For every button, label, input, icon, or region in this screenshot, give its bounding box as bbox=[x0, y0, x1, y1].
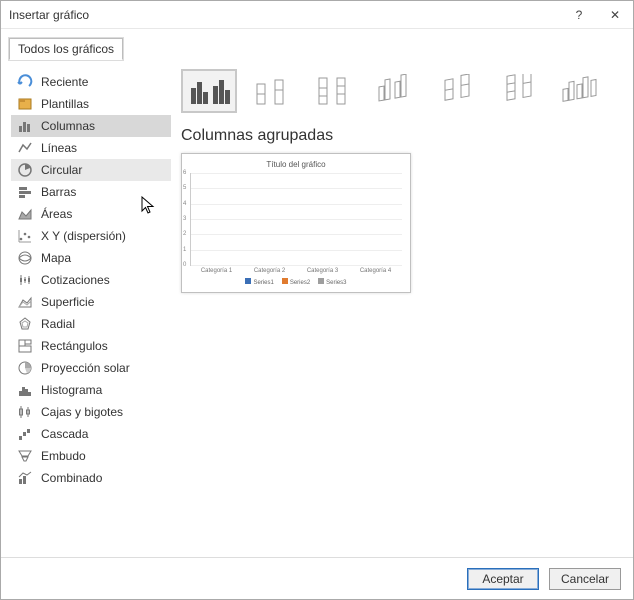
subtype-0[interactable] bbox=[181, 69, 237, 113]
sidebar-item-label: Cascada bbox=[41, 427, 88, 441]
window-title: Insertar gráfico bbox=[9, 8, 561, 22]
subtype-3[interactable] bbox=[367, 69, 423, 113]
sidebar-item-label: Cajas y bigotes bbox=[41, 405, 123, 419]
sidebar-item-10[interactable]: Superficie bbox=[11, 291, 171, 313]
chart-type-icon bbox=[17, 338, 33, 354]
subtype-row bbox=[181, 69, 623, 113]
chart-type-icon bbox=[17, 206, 33, 222]
chart-type-icon bbox=[17, 184, 33, 200]
x-label: Categoría 3 bbox=[307, 268, 338, 274]
sidebar-item-17[interactable]: Embudo bbox=[11, 445, 171, 467]
sidebar-item-4[interactable]: Circular bbox=[11, 159, 171, 181]
sidebar-item-15[interactable]: Cajas y bigotes bbox=[11, 401, 171, 423]
x-label: Categoría 4 bbox=[360, 268, 391, 274]
chart-type-icon bbox=[17, 448, 33, 464]
dialog-footer: Aceptar Cancelar bbox=[1, 557, 633, 599]
help-icon: ? bbox=[576, 8, 583, 22]
sidebar-item-11[interactable]: Radial bbox=[11, 313, 171, 335]
chart-type-icon bbox=[17, 316, 33, 332]
sidebar-item-label: Radial bbox=[41, 317, 75, 331]
sidebar-item-14[interactable]: Histograma bbox=[11, 379, 171, 401]
sidebar-item-label: Embudo bbox=[41, 449, 86, 463]
chart-type-icon bbox=[17, 360, 33, 376]
legend-item: Series3 bbox=[318, 278, 346, 286]
tab-all-charts[interactable]: Todos los gráficos bbox=[9, 38, 123, 60]
sidebar-item-0[interactable]: Reciente bbox=[11, 71, 171, 93]
chart-preview[interactable]: Título del gráfico 0123456 Categoría 1Ca… bbox=[181, 153, 411, 293]
sidebar-item-label: Mapa bbox=[41, 251, 71, 265]
sidebar-item-label: Combinado bbox=[41, 471, 102, 485]
sidebar-item-13[interactable]: Proyección solar bbox=[11, 357, 171, 379]
close-button[interactable]: ✕ bbox=[597, 1, 633, 29]
sidebar-item-label: Reciente bbox=[41, 75, 88, 89]
preview-legend: Series1 Series2 Series3 bbox=[190, 278, 402, 286]
chart-type-icon bbox=[17, 382, 33, 398]
insert-chart-dialog: Insertar gráfico ? ✕ Todos los gráficos … bbox=[0, 0, 634, 600]
subtype-6[interactable] bbox=[553, 69, 609, 113]
chart-type-icon bbox=[17, 250, 33, 266]
ok-button[interactable]: Aceptar bbox=[467, 568, 539, 590]
sidebar-item-label: Plantillas bbox=[41, 97, 89, 111]
legend-item: Series2 bbox=[282, 278, 310, 286]
sidebar-item-label: Columnas bbox=[41, 119, 95, 133]
chart-type-icon bbox=[17, 272, 33, 288]
sidebar-item-5[interactable]: Barras bbox=[11, 181, 171, 203]
chart-type-list: Reciente Plantillas Columnas Líneas Circular… bbox=[11, 69, 171, 557]
sidebar-item-label: Líneas bbox=[41, 141, 77, 155]
close-icon: ✕ bbox=[610, 8, 620, 22]
sidebar-item-16[interactable]: Cascada bbox=[11, 423, 171, 445]
sidebar-item-1[interactable]: Plantillas bbox=[11, 93, 171, 115]
x-label: Categoría 1 bbox=[201, 268, 232, 274]
subtype-5[interactable] bbox=[491, 69, 547, 113]
subtype-2[interactable] bbox=[305, 69, 361, 113]
chart-type-icon bbox=[17, 74, 33, 90]
sidebar-item-2[interactable]: Columnas bbox=[11, 115, 171, 137]
tab-row: Todos los gráficos bbox=[1, 29, 633, 59]
sidebar-item-label: Barras bbox=[41, 185, 76, 199]
sidebar-item-3[interactable]: Líneas bbox=[11, 137, 171, 159]
sidebar-item-label: Rectángulos bbox=[41, 339, 108, 353]
sidebar-item-label: Áreas bbox=[41, 207, 72, 221]
chart-type-icon bbox=[17, 228, 33, 244]
sidebar-item-label: Superficie bbox=[41, 295, 94, 309]
preview-xlabels: Categoría 1 Categoría 2 Categoría 3 Categor… bbox=[190, 268, 402, 274]
legend-item: Series1 bbox=[245, 278, 273, 286]
cancel-button[interactable]: Cancelar bbox=[549, 568, 621, 590]
chart-type-icon bbox=[17, 426, 33, 442]
chart-type-icon bbox=[17, 162, 33, 178]
x-label: Categoría 2 bbox=[254, 268, 285, 274]
sidebar-item-label: Histograma bbox=[41, 383, 102, 397]
sidebar-item-8[interactable]: Mapa bbox=[11, 247, 171, 269]
help-button[interactable]: ? bbox=[561, 1, 597, 29]
titlebar: Insertar gráfico ? ✕ bbox=[1, 1, 633, 29]
chart-type-icon bbox=[17, 96, 33, 112]
chart-type-icon bbox=[17, 404, 33, 420]
subtype-1[interactable] bbox=[243, 69, 299, 113]
subtype-heading: Columnas agrupadas bbox=[181, 127, 623, 145]
preview-title: Título del gráfico bbox=[190, 160, 402, 169]
sidebar-item-7[interactable]: X Y (dispersión) bbox=[11, 225, 171, 247]
subtype-4[interactable] bbox=[429, 69, 485, 113]
sidebar-item-label: X Y (dispersión) bbox=[41, 229, 126, 243]
sidebar-item-label: Cotizaciones bbox=[41, 273, 110, 287]
chart-type-icon bbox=[17, 140, 33, 156]
sidebar-item-18[interactable]: Combinado bbox=[11, 467, 171, 489]
chart-type-icon bbox=[17, 294, 33, 310]
chart-type-icon bbox=[17, 470, 33, 486]
main-panel: Columnas agrupadas Título del gráfico 01… bbox=[181, 69, 623, 557]
sidebar-item-6[interactable]: Áreas bbox=[11, 203, 171, 225]
sidebar-item-9[interactable]: Cotizaciones bbox=[11, 269, 171, 291]
sidebar-item-label: Proyección solar bbox=[41, 361, 130, 375]
sidebar-item-12[interactable]: Rectángulos bbox=[11, 335, 171, 357]
chart-type-icon bbox=[17, 118, 33, 134]
preview-plot: 0123456 bbox=[190, 173, 402, 266]
sidebar-item-label: Circular bbox=[41, 163, 82, 177]
